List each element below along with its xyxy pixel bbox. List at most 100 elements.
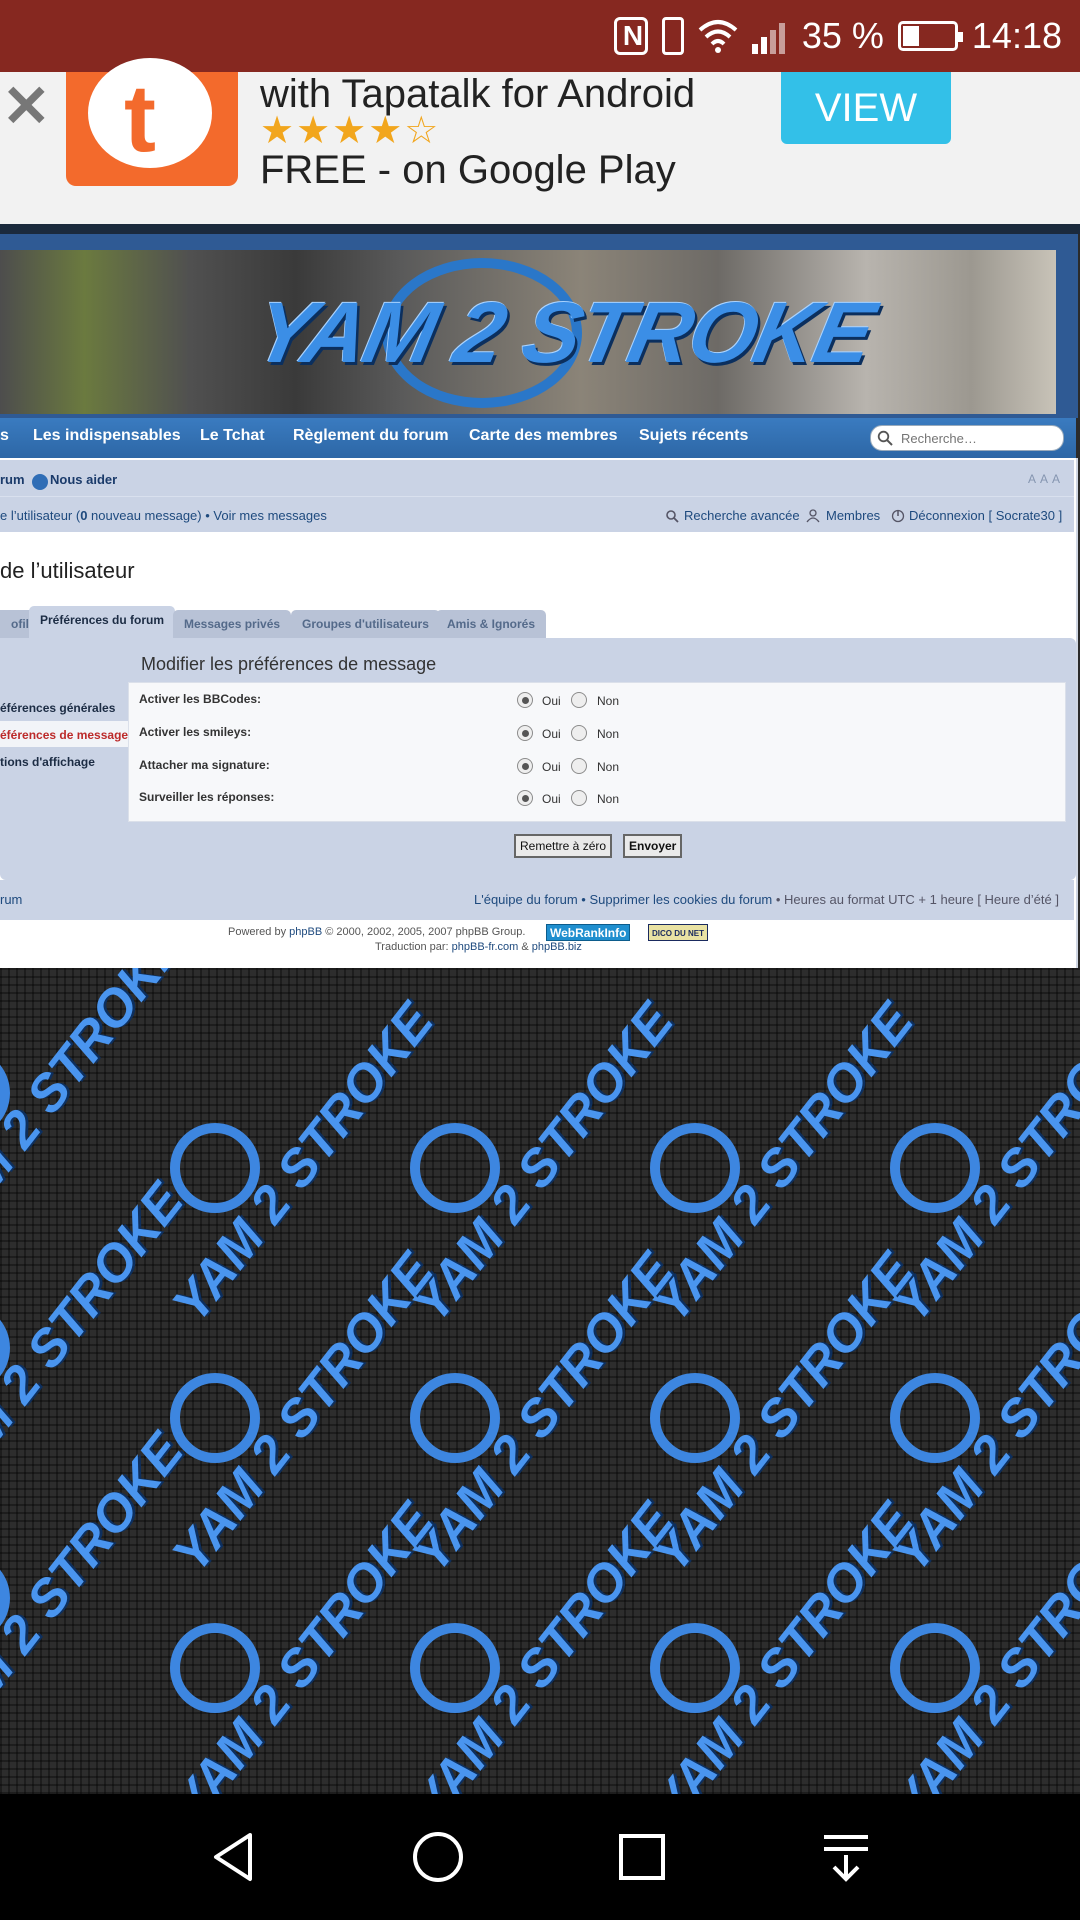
option-label-bbcodes: Activer les BBCodes: bbox=[139, 692, 262, 706]
dico-du-net-badge[interactable]: DICO DU NET bbox=[648, 924, 708, 941]
page-title: de l’utilisateur bbox=[0, 558, 135, 583]
radio-bbcodes-oui[interactable] bbox=[517, 692, 533, 708]
phpbb-biz-link[interactable]: phpBB.biz bbox=[532, 941, 582, 953]
wallpaper-logo: YAM 2 STROKE bbox=[161, 1492, 445, 1794]
option-label-signature: Attacher ma signature: bbox=[139, 758, 270, 772]
forum-content: rum Nous aider A A A e l’utilisateur (0 … bbox=[0, 458, 1078, 968]
phpbb-fr-link[interactable]: phpBB-fr.com bbox=[452, 941, 519, 953]
radio-smileys-non[interactable] bbox=[571, 725, 587, 741]
forum-link[interactable]: rum bbox=[0, 472, 25, 487]
webrankinfo-badge[interactable]: WebRankInfo bbox=[546, 924, 631, 941]
tab-groupes[interactable]: Groupes d'utilisateurs bbox=[291, 610, 440, 638]
clock: 14:18 bbox=[971, 15, 1062, 56]
wallpaper-logo: YAM 2 STROKE bbox=[881, 992, 1080, 1334]
panel-title: Modifier les préférences de message bbox=[141, 654, 437, 674]
radio-signature-oui[interactable] bbox=[517, 758, 533, 774]
banner-image: YAM 2 STROKE bbox=[0, 250, 1056, 414]
nav-item-reglement[interactable]: Règlement du forum bbox=[293, 427, 449, 445]
site-banner[interactable]: YAM 2 STROKE bbox=[0, 234, 1078, 418]
wallpaper-logo: YAM 2 STROKE bbox=[0, 1173, 195, 1513]
timezone-text: • Heures au format UTC + 1 heure [ Heure… bbox=[772, 892, 1059, 907]
signal-icon bbox=[751, 18, 788, 54]
tab-messages-prives[interactable]: Messages privés bbox=[173, 610, 292, 638]
battery-percent: 35 % bbox=[801, 15, 884, 56]
messages-info[interactable]: e l’utilisateur (0 nouveau message) • Vo… bbox=[0, 508, 327, 523]
logout-link[interactable]: Déconnexion [ Socrate30 ] bbox=[909, 508, 1062, 523]
team-link[interactable]: L'équipe du forum bbox=[474, 892, 578, 907]
search-box[interactable] bbox=[870, 425, 1064, 451]
header-band bbox=[0, 224, 1080, 234]
footer-info: L'équipe du forum • Supprimer les cookie… bbox=[474, 892, 1059, 907]
radio-label: Oui bbox=[542, 694, 561, 708]
preferences-panel: éférences générales éférences de message… bbox=[0, 638, 1076, 880]
home-icon[interactable] bbox=[410, 1829, 466, 1885]
sidebar-item-general[interactable]: éférences générales bbox=[0, 694, 128, 720]
notification-pull-icon[interactable] bbox=[818, 1829, 874, 1885]
wifi-icon bbox=[698, 20, 738, 53]
subnav-bar: rum Nous aider A A A bbox=[0, 460, 1074, 496]
nav-item-tchat[interactable]: Le Tchat bbox=[200, 427, 265, 445]
ad-view-button[interactable]: VIEW bbox=[781, 72, 951, 144]
wallpaper-logo: YAM 2 STROKE bbox=[0, 1423, 195, 1763]
system-nav-bar bbox=[0, 1794, 1080, 1920]
wallpaper-logo: YAM 2 STROKE bbox=[641, 992, 925, 1334]
credits: Powered by phpBB © 2000, 2002, 2005, 200… bbox=[0, 920, 1074, 966]
wallpaper-logo: YAM 2 STROKE bbox=[641, 1242, 925, 1584]
radio-surveiller-oui[interactable] bbox=[517, 790, 533, 806]
recents-icon[interactable] bbox=[614, 1829, 670, 1885]
search-input[interactable] bbox=[901, 429, 1051, 447]
close-icon[interactable]: ✕ bbox=[2, 78, 51, 136]
radio-label: Non bbox=[597, 694, 620, 708]
advanced-search-link[interactable]: Recherche avancée bbox=[684, 508, 800, 523]
forum-footer: rum L'équipe du forum • Supprimer les co… bbox=[0, 880, 1074, 920]
wallpaper-logo: YAM 2 STROKE bbox=[401, 1242, 685, 1584]
vibrate-icon bbox=[661, 17, 684, 55]
nav-item-sujets-recents[interactable]: Sujets récents bbox=[639, 427, 748, 445]
nav-item-carte-membres[interactable]: Carte des membres bbox=[469, 427, 618, 445]
ad-rating-stars: ★★★★☆ bbox=[260, 110, 441, 152]
wallpaper-logo: YAM 2 STROKE bbox=[401, 1492, 685, 1794]
sidebar-item-affichage[interactable]: tions d'affichage bbox=[0, 748, 128, 774]
option-label-smileys: Activer les smileys: bbox=[139, 725, 252, 739]
nav-item-cut[interactable]: s bbox=[0, 427, 9, 445]
user-bar: e l’utilisateur (0 nouveau message) • Vo… bbox=[0, 496, 1074, 532]
radio-surveiller-non[interactable] bbox=[571, 790, 587, 806]
back-icon[interactable] bbox=[206, 1829, 262, 1885]
translation-credit: Traduction par: phpBB-fr.com & phpBB.biz bbox=[375, 941, 582, 953]
members-icon bbox=[806, 509, 820, 523]
wallpaper-logo: YAM 2 STROKE bbox=[881, 1492, 1080, 1794]
nfc-icon bbox=[613, 17, 648, 55]
radio-label: Non bbox=[597, 792, 620, 806]
battery-icon bbox=[897, 21, 963, 51]
options-list: Activer les BBCodes: Oui Non Activer les… bbox=[128, 682, 1066, 822]
ad-banner[interactable]: ✕ t with Tapatalk for Android ★★★★☆ FREE… bbox=[0, 58, 1080, 224]
tab-preferences[interactable]: Préférences du forum bbox=[29, 606, 176, 638]
help-link[interactable]: Nous aider bbox=[50, 472, 117, 487]
radio-signature-non[interactable] bbox=[571, 758, 587, 774]
help-icon bbox=[32, 474, 48, 490]
font-size-controls[interactable]: A A A bbox=[1028, 472, 1061, 486]
members-link[interactable]: Membres bbox=[826, 508, 880, 523]
radio-label: Oui bbox=[542, 727, 561, 741]
wallpaper-logo: YAM 2 STROKE bbox=[641, 1492, 925, 1794]
radio-label: Oui bbox=[542, 760, 561, 774]
powered-by: Powered by phpBB © 2000, 2002, 2005, 200… bbox=[228, 926, 526, 938]
search-icon bbox=[877, 430, 893, 446]
nav-item-indispensables[interactable]: Les indispensables bbox=[33, 427, 181, 445]
wallpaper-logo: YAM 2 STROKE bbox=[0, 968, 195, 1258]
radio-label: Non bbox=[597, 727, 620, 741]
radio-label: Non bbox=[597, 760, 620, 774]
search-icon bbox=[666, 510, 679, 523]
submit-button[interactable]: Envoyer bbox=[623, 834, 683, 858]
radio-label: Oui bbox=[542, 792, 561, 806]
phpbb-link[interactable]: phpBB bbox=[289, 926, 322, 938]
reset-button[interactable]: Remettre à zéro bbox=[514, 834, 613, 858]
sidebar-item-message[interactable]: éférences de message bbox=[0, 721, 128, 747]
radio-bbcodes-non[interactable] bbox=[571, 692, 587, 708]
radio-smileys-oui[interactable] bbox=[517, 725, 533, 741]
tab-amis-ignores[interactable]: Amis & Ignorés bbox=[436, 610, 547, 638]
wallpaper-logo: YAM 2 STROKE bbox=[881, 1242, 1080, 1584]
delete-cookies-link[interactable]: Supprimer les cookies du forum bbox=[589, 892, 772, 907]
footer-forum-link[interactable]: rum bbox=[0, 892, 22, 907]
site-logo: YAM 2 STROKE bbox=[245, 285, 882, 381]
